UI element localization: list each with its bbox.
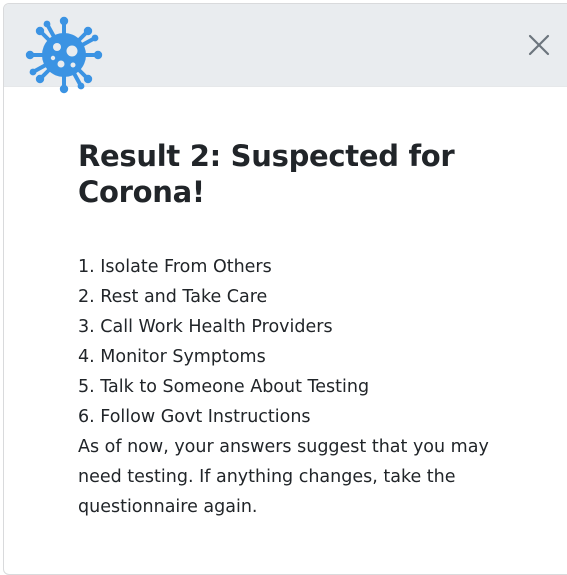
virus-icon [25,16,103,94]
steps-list: 1. Isolate From Others 2. Rest and Take … [78,252,518,432]
result-title: Result 2: Suspected for Corona! [78,139,455,209]
list-item: 2. Rest and Take Care [78,287,268,307]
list-item: 1. Isolate From Others [78,257,272,277]
modal-header [4,4,567,94]
advice-text: As of now, your answers suggest that you… [78,437,489,517]
close-icon [528,34,550,56]
list-item: 4. Monitor Symptoms [78,347,266,367]
result-modal: Result 2: Suspected for Corona! 1. Isola… [3,3,567,575]
list-item: 6. Follow Govt Instructions [78,407,311,427]
modal-body: Result 2: Suspected for Corona! 1. Isola… [78,138,518,522]
close-button[interactable] [523,29,555,61]
list-item: 3. Call Work Health Providers [78,317,333,337]
list-item: 5. Talk to Someone About Testing [78,377,370,397]
